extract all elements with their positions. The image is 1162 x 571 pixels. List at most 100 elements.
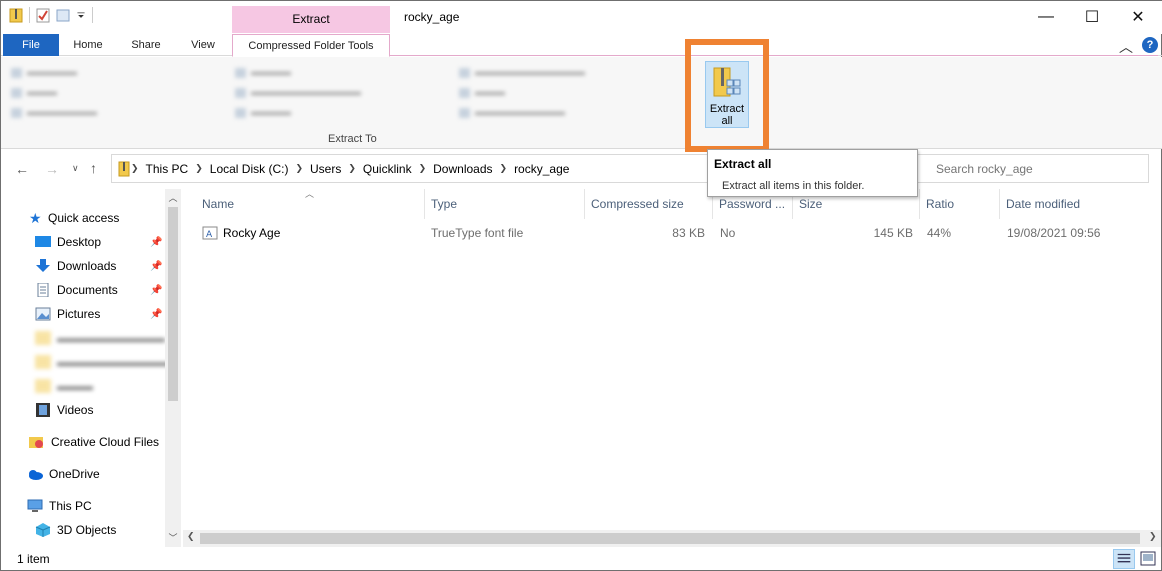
horizontal-scroll-thumb[interactable] (200, 533, 1140, 544)
font-file-icon: A (202, 226, 218, 240)
gallery-item[interactable]: ▬▬▬ (459, 87, 505, 98)
nav-scroll-thumb[interactable] (168, 207, 178, 401)
gallery-item[interactable]: ▬▬▬▬▬▬▬▬▬▬▬ (459, 67, 585, 78)
column-header-compressed-size[interactable]: Compressed size (585, 189, 713, 219)
column-header-name[interactable]: Name (196, 189, 425, 219)
nav-label: Videos (57, 403, 94, 417)
properties-check-icon[interactable] (36, 7, 50, 23)
breadcrumb-downloads[interactable]: Downloads (427, 162, 498, 176)
nav-label: 3D Objects (57, 523, 117, 537)
back-arrow-icon[interactable]: ← (15, 161, 29, 177)
extract-all-tooltip: Extract all Extract all items in this fo… (707, 149, 918, 197)
nav-item-videos[interactable]: Videos (35, 399, 93, 421)
nav-quick-access[interactable]: ★ Quick access (29, 207, 119, 229)
horizontal-scrollbar[interactable]: ❮ ❯ (183, 530, 1161, 547)
qat-separator (29, 7, 30, 23)
forward-arrow-icon[interactable]: → (45, 161, 59, 177)
gallery-item[interactable]: ▬▬▬ (11, 87, 57, 98)
context-underline (390, 55, 1158, 56)
gallery-item[interactable]: ▬▬▬▬▬▬▬ (11, 107, 97, 118)
quick-access-toolbar (9, 7, 93, 23)
breadcrumb-chevron-icon[interactable]: ❯ (194, 163, 204, 174)
breadcrumb-chevron-icon[interactable]: ❯ (347, 163, 357, 174)
column-header-date-modified[interactable]: Date modified (1000, 189, 1140, 219)
file-compressed-size: 83 KB (672, 226, 705, 240)
nav-item-blurred[interactable]: ▬▬▬▬▬▬▬▬▬▬ (35, 351, 177, 373)
breadcrumb-local-disk[interactable]: Local Disk (C:) (204, 162, 295, 176)
breadcrumb-chevron-icon[interactable]: ❯ (418, 163, 428, 174)
nav-onedrive[interactable]: OneDrive (27, 463, 100, 485)
creative-cloud-icon (29, 437, 43, 448)
pictures-icon (35, 307, 51, 321)
tab-view[interactable]: View (179, 34, 227, 56)
nav-item-blurred[interactable]: ▬▬▬ (35, 375, 93, 397)
scroll-up-chevron-icon[interactable]: ︿ (165, 191, 181, 204)
extract-to-gallery[interactable]: ▬▬▬▬▬ ▬▬▬ ▬▬▬▬▬▬▬ ▬▬▬▬ ▬▬▬▬▬▬▬▬▬▬▬ ▬▬▬▬ … (7, 63, 679, 125)
file-type: TrueType font file (431, 226, 524, 240)
svg-text:A: A (206, 230, 213, 240)
breadcrumb-chevron-icon[interactable]: ❯ (294, 163, 304, 174)
pin-icon[interactable]: 📌 (150, 237, 162, 248)
nav-item-desktop[interactable]: Desktop (35, 231, 101, 253)
file-list: ︿ Name Type Compressed size Password ...… (183, 189, 1162, 549)
tooltip-description: Extract all items in this folder. (722, 180, 865, 192)
large-icons-view-icon[interactable] (1137, 549, 1159, 569)
breadcrumb-users[interactable]: Users (304, 162, 347, 176)
pin-icon[interactable]: 📌 (150, 261, 162, 272)
gallery-item[interactable]: ▬▬▬▬ (235, 67, 291, 78)
nav-label: This PC (49, 499, 92, 513)
breadcrumb-rocky-age[interactable]: rocky_age (508, 162, 575, 176)
pin-icon[interactable]: 📌 (150, 285, 162, 296)
zip-folder-icon[interactable] (9, 7, 23, 23)
new-folder-icon[interactable] (56, 7, 70, 23)
tab-home[interactable]: Home (63, 34, 113, 56)
nav-item-pictures[interactable]: Pictures (35, 303, 100, 325)
nav-creative-cloud[interactable]: Creative Cloud Files (29, 431, 159, 453)
file-name-cell[interactable]: A Rocky Age (202, 223, 280, 243)
search-box[interactable] (917, 154, 1149, 183)
column-header-ratio[interactable]: Ratio (920, 189, 1000, 219)
film-icon (36, 403, 50, 417)
scroll-left-chevron-icon[interactable]: ❮ (187, 531, 195, 542)
ribbon-tabs: File Home Share View Compressed Folder T… (1, 34, 1162, 57)
nav-scrollbar[interactable]: ︿ ﹀ (165, 189, 181, 547)
file-name: Rocky Age (223, 226, 281, 240)
breadcrumb-chevron-icon[interactable]: ❯ (130, 163, 140, 174)
nav-item-downloads[interactable]: Downloads (35, 255, 116, 277)
details-view-icon[interactable] (1113, 549, 1135, 569)
tab-file[interactable]: File (3, 34, 59, 56)
customize-qat-chevron-icon[interactable] (76, 7, 86, 23)
star-icon: ★ (29, 209, 42, 226)
column-header-type[interactable]: Type (425, 189, 585, 219)
collapse-ribbon-button[interactable]: ︿ (1119, 37, 1133, 57)
gallery-item[interactable]: ▬▬▬▬▬▬▬▬▬ (459, 107, 565, 118)
nav-3d-objects[interactable]: 3D Objects (35, 519, 116, 541)
pin-icon[interactable]: 📌 (150, 309, 162, 320)
breadcrumb: ❯ This PC ❯ Local Disk (C:) ❯ Users ❯ Qu… (118, 155, 575, 182)
tab-compressed-folder-tools[interactable]: Compressed Folder Tools (232, 34, 390, 57)
gallery-item[interactable]: ▬▬▬▬ (235, 107, 291, 118)
breadcrumb-chevron-icon[interactable]: ❯ (499, 163, 509, 174)
onedrive-cloud-icon (29, 470, 43, 480)
scroll-right-chevron-icon[interactable]: ❯ (1149, 531, 1157, 542)
gallery-item[interactable]: ▬▬▬▬▬▬▬▬▬▬▬ (235, 87, 361, 98)
nav-label: Quick access (48, 211, 120, 225)
maximize-button[interactable]: ☐ (1069, 1, 1115, 33)
nav-item-blurred[interactable]: ▬▬▬▬▬▬▬▬▬ (35, 327, 165, 349)
minimize-button[interactable]: — (1023, 1, 1069, 33)
close-button[interactable]: ✕ (1115, 1, 1161, 33)
gallery-item[interactable]: ▬▬▬▬▬ (11, 67, 77, 78)
nav-item-documents[interactable]: Documents (35, 279, 118, 301)
tab-share[interactable]: Share (121, 34, 171, 56)
breadcrumb-quicklink[interactable]: Quicklink (357, 162, 418, 176)
nav-label: OneDrive (49, 467, 100, 481)
ribbon-body: ▬▬▬▬▬ ▬▬▬ ▬▬▬▬▬▬▬ ▬▬▬▬ ▬▬▬▬▬▬▬▬▬▬▬ ▬▬▬▬ … (1, 57, 1162, 149)
nav-this-pc[interactable]: This PC (27, 495, 92, 517)
help-button[interactable]: ? (1142, 37, 1158, 53)
breadcrumb-this-pc[interactable]: This PC (140, 162, 195, 176)
up-arrow-icon[interactable]: ↑ (90, 160, 97, 176)
documents-icon (37, 283, 49, 297)
recent-locations-chevron-icon[interactable]: ∨ (72, 163, 79, 174)
scroll-down-chevron-icon[interactable]: ﹀ (165, 531, 181, 544)
search-input[interactable] (936, 159, 1142, 179)
